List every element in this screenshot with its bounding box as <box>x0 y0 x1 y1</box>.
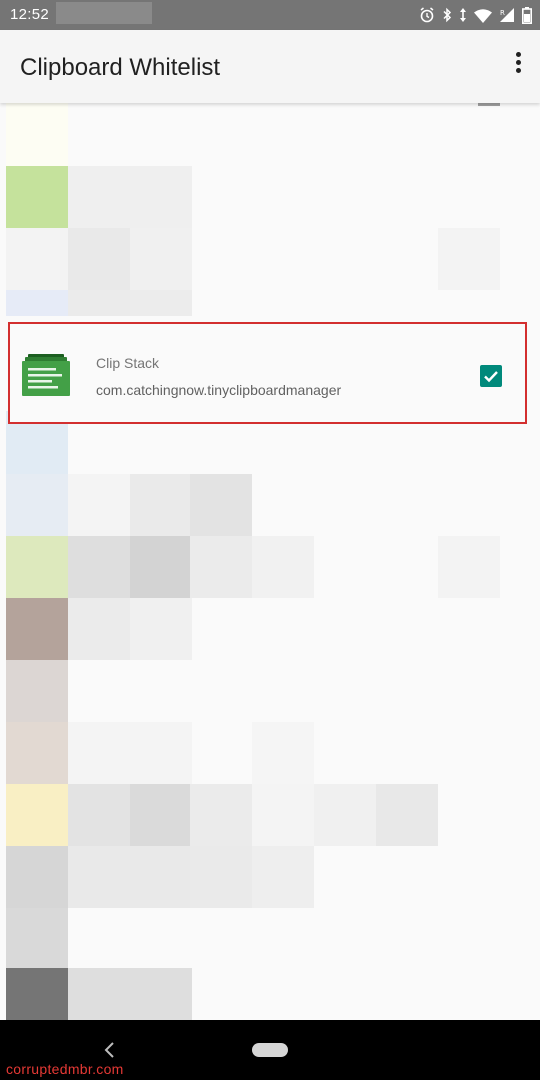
home-pill-icon[interactable] <box>252 1043 288 1057</box>
svg-text:R: R <box>500 9 505 17</box>
signal-roaming-icon: R <box>500 8 514 22</box>
data-arrows-icon <box>460 8 466 22</box>
list-item-check-peek <box>478 103 500 106</box>
back-icon[interactable] <box>100 1040 120 1060</box>
checkmark-icon <box>484 371 498 383</box>
list-item-clip-stack[interactable]: Clip Stack com.catchingnow.tinyclipboard… <box>8 322 527 424</box>
bluetooth-icon <box>443 7 452 23</box>
status-icons: R <box>419 5 532 25</box>
app-package-name: com.catchingnow.tinyclipboardmanager <box>96 382 342 398</box>
clip-stack-app-icon <box>22 354 70 396</box>
wifi-icon <box>474 8 492 23</box>
status-time: 12:52 <box>10 6 50 23</box>
app-bar: Clipboard Whitelist <box>0 30 540 103</box>
page-title: Clipboard Whitelist <box>20 54 221 81</box>
more-vert-icon <box>515 52 521 57</box>
more-options-button[interactable] <box>512 52 524 82</box>
app-name: Clip Stack <box>96 355 160 371</box>
battery-icon <box>522 6 532 24</box>
watermark: corruptedmbr.com <box>6 1061 124 1077</box>
alarm-icon <box>420 7 434 23</box>
status-bar: 12:52 R <box>0 0 540 30</box>
app-list[interactable]: Clip Stack com.catchingnow.tinyclipboard… <box>0 103 540 1020</box>
whitelist-checkbox[interactable] <box>480 365 502 387</box>
status-notification-redacted <box>56 2 152 24</box>
